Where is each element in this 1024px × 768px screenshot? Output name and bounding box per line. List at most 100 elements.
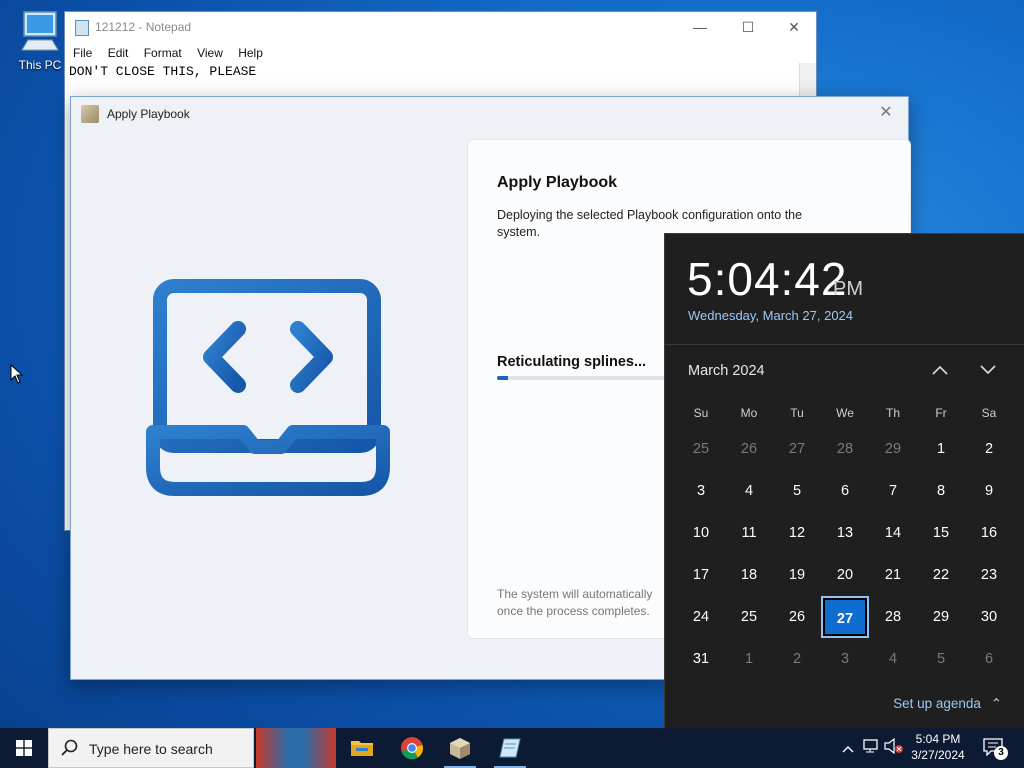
taskbar-clock[interactable]: 5:04 PM 3/27/2024 [908, 731, 968, 763]
weekday-header: We [836, 406, 854, 420]
menu-edit[interactable]: Edit [108, 43, 129, 63]
action-center-button[interactable]: 3 [980, 734, 1010, 762]
set-up-agenda-link[interactable]: Set up agenda ⌃ [893, 696, 1002, 712]
calendar-day[interactable]: 26 [725, 428, 773, 470]
clock-time: 5:04:42 [687, 253, 848, 305]
calendar-day[interactable]: 12 [773, 512, 821, 554]
calendar-day[interactable]: 7 [869, 470, 917, 512]
notepad-titlebar[interactable]: 121212 - Notepad — ☐ ✕ [65, 12, 816, 43]
calendar-day[interactable]: 21 [869, 554, 917, 596]
start-button[interactable] [0, 728, 48, 768]
notepad-text-area[interactable]: DON'T CLOSE THIS, PLEASE [69, 64, 256, 79]
calendar-day[interactable]: 18 [725, 554, 773, 596]
calendar-day[interactable]: 1 [725, 638, 773, 680]
calendar-day[interactable]: 4 [725, 470, 773, 512]
calendar-day[interactable]: 3 [821, 638, 869, 680]
menu-format[interactable]: Format [144, 43, 182, 63]
taskbar-date: 3/27/2024 [911, 748, 965, 762]
calendar-day[interactable]: 28 [821, 428, 869, 470]
calendar-day[interactable]: 3 [677, 470, 725, 512]
calendar-day[interactable]: 5 [773, 470, 821, 512]
divider [665, 344, 1024, 345]
progress-step-label: Reticulating splines... [497, 354, 647, 370]
clock-date-link[interactable]: Wednesday, March 27, 2024 [688, 308, 853, 323]
taskbar-notepad[interactable] [486, 728, 534, 768]
search-highlight-image[interactable] [256, 728, 336, 768]
previous-month-button[interactable] [927, 358, 953, 384]
notepad-icon [75, 20, 89, 36]
calendar-day[interactable]: 29 [917, 596, 965, 638]
notification-count-badge: 3 [994, 746, 1008, 760]
taskbar-playbook[interactable] [436, 728, 484, 768]
calendar-day[interactable]: 20 [821, 554, 869, 596]
calendar-day[interactable]: 24 [677, 596, 725, 638]
file-explorer-icon [351, 741, 373, 756]
menu-file[interactable]: File [73, 43, 92, 63]
volume-button[interactable] [884, 737, 904, 758]
notepad-menubar: File Edit Format View Help [65, 43, 816, 63]
calendar-day[interactable]: 14 [869, 512, 917, 554]
search-placeholder: Type here to search [89, 741, 213, 757]
chevron-up-icon [932, 365, 948, 375]
dialog-close-button[interactable]: ✕ [874, 102, 898, 124]
calendar-day[interactable]: 27 [773, 428, 821, 470]
calendar-day[interactable]: 31 [677, 638, 725, 680]
minimize-button[interactable]: — [677, 17, 723, 39]
this-pc-icon [21, 11, 59, 51]
calendar-day-selected[interactable]: 27 [821, 596, 869, 638]
calendar-day[interactable]: 29 [869, 428, 917, 470]
progress-bar-fill [497, 376, 509, 380]
taskbar-search-box[interactable]: Type here to search [48, 728, 254, 768]
dialog-heading: Apply Playbook [497, 174, 618, 191]
agenda-label: Set up agenda [893, 696, 981, 711]
menu-view[interactable]: View [197, 43, 223, 63]
calendar-day[interactable]: 10 [677, 512, 725, 554]
chrome-icon [401, 737, 424, 760]
calendar-day[interactable]: 4 [869, 638, 917, 680]
calendar-day[interactable]: 13 [821, 512, 869, 554]
calendar-day[interactable]: 1 [917, 428, 965, 470]
taskbar-file-explorer[interactable] [338, 728, 386, 768]
calendar-day[interactable]: 28 [869, 596, 917, 638]
calendar-day[interactable]: 9 [965, 470, 1013, 512]
dialog-titlebar[interactable]: Apply Playbook ✕ [71, 97, 908, 131]
calendar-day[interactable]: 6 [965, 638, 1013, 680]
calendar-day[interactable]: 16 [965, 512, 1013, 554]
chevron-up-icon [842, 746, 854, 753]
notepad-icon [499, 738, 521, 758]
calendar-day[interactable]: 5 [917, 638, 965, 680]
calendar-month-label[interactable]: March 2024 [688, 363, 765, 379]
calendar-day[interactable]: 30 [965, 596, 1013, 638]
calendar-day[interactable]: 25 [725, 596, 773, 638]
desktop-icon-this-pc[interactable]: This PC [12, 8, 68, 78]
calendar-day[interactable]: 23 [965, 554, 1013, 596]
playbook-icon [81, 105, 99, 123]
weekday-header: Tu [790, 406, 804, 420]
calendar-day[interactable]: 22 [917, 554, 965, 596]
next-month-button[interactable] [975, 358, 1001, 384]
chevron-down-icon [980, 365, 996, 375]
calendar-day[interactable]: 17 [677, 554, 725, 596]
calendar-day[interactable]: 15 [917, 512, 965, 554]
chevron-up-icon: ⌃ [990, 696, 1002, 711]
search-icon [61, 739, 78, 756]
show-hidden-icons-button[interactable] [838, 738, 858, 758]
menu-help[interactable]: Help [238, 43, 263, 63]
calendar-day[interactable]: 8 [917, 470, 965, 512]
calendar-day[interactable]: 2 [773, 638, 821, 680]
calendar-day[interactable]: 26 [773, 596, 821, 638]
clock-calendar-flyout[interactable]: 5:04:42 PM Wednesday, March 27, 2024 Mar… [664, 233, 1024, 728]
desktop-icon-label: This PC [18, 58, 62, 72]
calendar-day[interactable]: 11 [725, 512, 773, 554]
taskbar-chrome[interactable] [388, 728, 436, 768]
network-button[interactable] [862, 738, 882, 758]
taskbar: Type here to search 5:04 PM 3/27/2024 3 [0, 728, 1024, 768]
maximize-button[interactable]: ☐ [725, 17, 771, 39]
weekday-header: Fr [935, 406, 947, 420]
volume-muted-icon [884, 737, 903, 755]
calendar-day[interactable]: 6 [821, 470, 869, 512]
close-button[interactable]: ✕ [771, 17, 817, 39]
calendar-day[interactable]: 19 [773, 554, 821, 596]
calendar-day[interactable]: 2 [965, 428, 1013, 470]
calendar-day[interactable]: 25 [677, 428, 725, 470]
